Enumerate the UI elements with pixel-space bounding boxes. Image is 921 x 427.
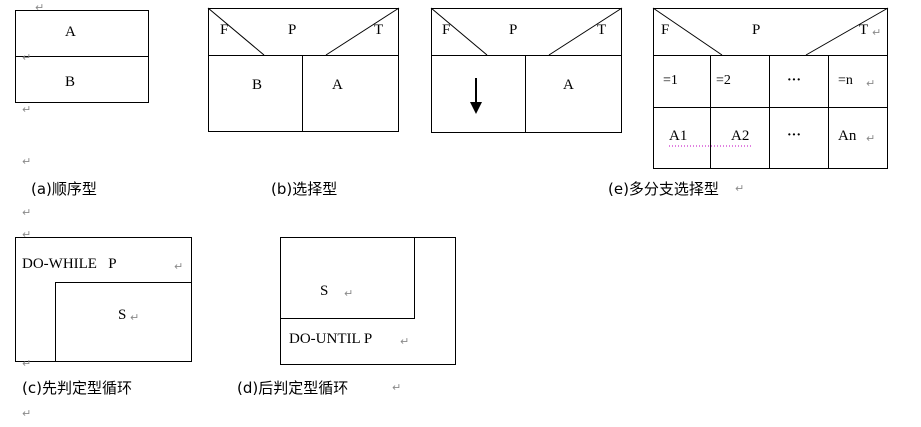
return-mark: ↵ [866, 77, 876, 90]
return-mark: ↵ [344, 287, 354, 300]
multi-false-label: F [661, 22, 670, 38]
multi-case-n: =n [838, 73, 853, 88]
return-mark: ↵ [22, 51, 32, 64]
return-mark: ↵ [392, 381, 402, 394]
do-until-footer: DO-UNTIL P [289, 331, 373, 347]
multi-condition-label: P [752, 22, 761, 38]
do-until-divider [280, 318, 415, 319]
multi-action-1: A1 [669, 128, 688, 144]
return-mark: ↵ [22, 357, 32, 370]
return-mark: ↵ [735, 182, 745, 195]
caption-do-while: (c)先判定型循环 [22, 379, 132, 397]
multi-case-2: =2 [716, 73, 731, 88]
do-while-header: DO-WHILE P [22, 256, 117, 272]
do-until-body: S [320, 283, 329, 299]
caption-do-until: (d)后判定型循环 [237, 379, 349, 397]
return-mark: ↵ [872, 26, 882, 39]
caption-sequence: (a)顺序型 [31, 180, 97, 198]
return-mark: ↵ [35, 1, 45, 14]
multi-true-label: T [859, 22, 869, 38]
do-while-body: S [118, 307, 127, 323]
return-mark: ↵ [130, 311, 140, 324]
do-while-divider [55, 282, 192, 283]
return-mark: ↵ [400, 335, 410, 348]
caption-multi-branch: (e)多分支选择型 [608, 180, 719, 198]
return-mark: ↵ [866, 132, 876, 145]
return-mark: ↵ [22, 228, 32, 241]
return-mark: ↵ [174, 260, 184, 273]
multi-action-n: An [838, 128, 857, 144]
multi-action-ellipsis: ··· [787, 128, 802, 143]
return-mark: ↵ [22, 407, 32, 420]
multi-diagonals [652, 7, 889, 147]
do-while-indent-line [55, 282, 56, 362]
multi-action-2: A2 [731, 128, 750, 144]
return-mark: ↵ [22, 103, 32, 116]
return-mark: ↵ [22, 155, 32, 168]
multi-case-ellipsis: ··· [787, 73, 802, 88]
return-mark: ↵ [22, 206, 32, 219]
caption-selection: (b)选择型 [271, 180, 338, 198]
do-until-indent-line [414, 237, 415, 318]
multi-case-1: =1 [663, 73, 678, 88]
